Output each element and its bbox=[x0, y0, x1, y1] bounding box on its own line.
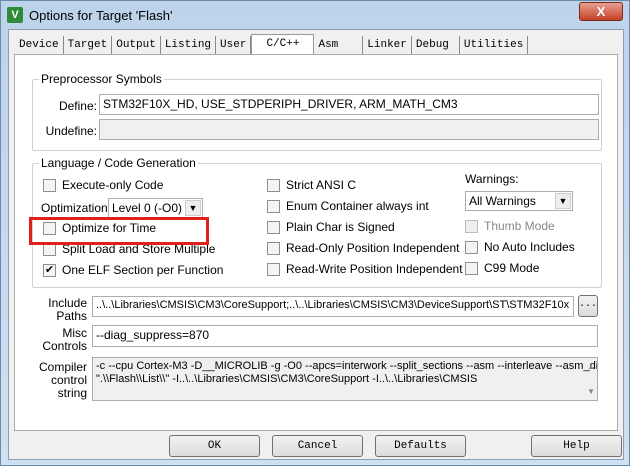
tab-output[interactable]: Output bbox=[112, 36, 161, 54]
app-icon: V bbox=[7, 7, 23, 23]
compiler-line: -c --cpu Cortex-M3 -D__MICROLIB -g -O0 -… bbox=[96, 360, 598, 372]
checkbox-label: Read-Write Position Independent bbox=[286, 262, 463, 276]
label-line: string bbox=[57, 386, 87, 400]
misc-controls-input[interactable]: --diag_suppress=870 bbox=[92, 325, 598, 347]
checkbox-box bbox=[267, 178, 280, 192]
no-auto-includes-checkbox[interactable]: No Auto Includes bbox=[465, 240, 575, 254]
help-button[interactable]: Help bbox=[531, 435, 622, 457]
compiler-line: ".\\Flash\\List\\" -I..\..\Libraries\CMS… bbox=[96, 373, 478, 385]
defaults-button[interactable]: Defaults bbox=[375, 435, 466, 457]
include-paths-label: Include Paths bbox=[35, 297, 87, 323]
checkmark-icon: ✔ bbox=[43, 263, 56, 277]
rwpi-checkbox[interactable]: Read-Write Position Independent bbox=[267, 262, 463, 276]
checkbox-box bbox=[465, 219, 478, 233]
tab-debug[interactable]: Debug bbox=[412, 36, 460, 54]
preprocessor-title: Preprocessor Symbols bbox=[39, 72, 164, 86]
checkbox-label: No Auto Includes bbox=[484, 240, 575, 254]
ropi-checkbox[interactable]: Read-Only Position Independent bbox=[267, 241, 459, 255]
checkbox-box bbox=[267, 199, 280, 213]
window-title: Options for Target 'Flash' bbox=[29, 7, 173, 23]
scroll-down-icon[interactable]: ▼ bbox=[587, 385, 595, 398]
checkbox-label: Plain Char is Signed bbox=[286, 220, 395, 234]
options-dialog: V Options for Target 'Flash' X Device Ta… bbox=[0, 0, 630, 466]
strict-ansi-checkbox[interactable]: Strict ANSI C bbox=[267, 178, 356, 192]
tab-user[interactable]: User bbox=[216, 36, 252, 54]
dialog-body: Device Target Output Listing User C/C++ … bbox=[8, 29, 624, 460]
undefine-label: Undefine: bbox=[45, 124, 97, 138]
compiler-control-string[interactable]: -c --cpu Cortex-M3 -D__MICROLIB -g -O0 -… bbox=[92, 357, 598, 401]
scroll-up-icon[interactable]: ▲ bbox=[587, 360, 595, 373]
tab-bar: Device Target Output Listing User C/C++ … bbox=[15, 34, 529, 56]
checkbox-label: Enum Container always int bbox=[286, 199, 429, 213]
checkbox-label: Strict ANSI C bbox=[286, 178, 357, 192]
optimization-value: Level 0 (-O0) bbox=[112, 201, 183, 215]
close-button[interactable]: X bbox=[579, 2, 623, 21]
browse-button[interactable]: ... bbox=[578, 295, 598, 317]
label-line: Controls bbox=[42, 339, 87, 353]
checkbox-label: One ELF Section per Function bbox=[62, 263, 224, 277]
checkbox-box bbox=[267, 220, 280, 234]
execute-only-checkbox[interactable]: Execute-only Code bbox=[43, 178, 163, 192]
c99-mode-checkbox[interactable]: C99 Mode bbox=[465, 261, 539, 275]
c-cpp-panel: Preprocessor Symbols Define: STM32F10X_H… bbox=[14, 54, 618, 431]
tab-asm[interactable]: Asm bbox=[314, 36, 364, 54]
language-title: Language / Code Generation bbox=[39, 156, 198, 170]
chevron-down-icon: ▼ bbox=[555, 193, 571, 209]
enum-container-checkbox[interactable]: Enum Container always int bbox=[267, 199, 429, 213]
warnings-value: All Warnings bbox=[469, 194, 536, 208]
title-bar: V Options for Target 'Flash' bbox=[7, 5, 172, 25]
chevron-down-icon: ▼ bbox=[185, 200, 201, 216]
tab-c-cpp[interactable]: C/C++ bbox=[251, 34, 315, 56]
checkbox-box bbox=[465, 261, 478, 275]
checkbox-label: Thumb Mode bbox=[484, 219, 555, 233]
undefine-input[interactable] bbox=[99, 119, 599, 140]
checkbox-box bbox=[267, 241, 280, 255]
plain-char-checkbox[interactable]: Plain Char is Signed bbox=[267, 220, 395, 234]
checkbox-label: C99 Mode bbox=[484, 261, 540, 275]
optimization-highlight bbox=[29, 217, 209, 245]
one-elf-checkbox[interactable]: ✔ One ELF Section per Function bbox=[43, 263, 223, 277]
checkbox-label: Execute-only Code bbox=[62, 178, 164, 192]
checkbox-box bbox=[465, 240, 478, 254]
tab-device[interactable]: Device bbox=[15, 36, 64, 54]
preprocessor-group: Preprocessor Symbols Define: STM32F10X_H… bbox=[32, 72, 602, 151]
tab-listing[interactable]: Listing bbox=[161, 36, 217, 54]
ok-button[interactable]: OK bbox=[169, 435, 260, 457]
checkbox-box bbox=[43, 178, 56, 192]
define-label: Define: bbox=[58, 99, 97, 113]
include-paths-input[interactable]: ..\..\Libraries\CMSIS\CM3\CoreSupport;..… bbox=[92, 296, 574, 317]
tab-utilities[interactable]: Utilities bbox=[460, 36, 529, 54]
optimization-select[interactable]: Level 0 (-O0) ▼ bbox=[108, 198, 203, 218]
misc-controls-label: Misc Controls bbox=[35, 327, 87, 353]
checkbox-label: Read-Only Position Independent bbox=[286, 241, 460, 255]
optimization-label: Optimization: bbox=[41, 201, 112, 215]
tab-target[interactable]: Target bbox=[64, 36, 113, 54]
tab-linker[interactable]: Linker bbox=[363, 36, 412, 54]
warnings-select[interactable]: All Warnings ▼ bbox=[465, 191, 573, 211]
warnings-label: Warnings: bbox=[465, 172, 519, 186]
define-input[interactable]: STM32F10X_HD, USE_STDPERIPH_DRIVER, ARM_… bbox=[99, 94, 599, 115]
label-line: Paths bbox=[56, 309, 87, 323]
compiler-control-label: Compiler control string bbox=[35, 361, 87, 400]
thumb-mode-checkbox[interactable]: Thumb Mode bbox=[465, 219, 555, 233]
cancel-button[interactable]: Cancel bbox=[272, 435, 363, 457]
checkbox-box bbox=[267, 262, 280, 276]
